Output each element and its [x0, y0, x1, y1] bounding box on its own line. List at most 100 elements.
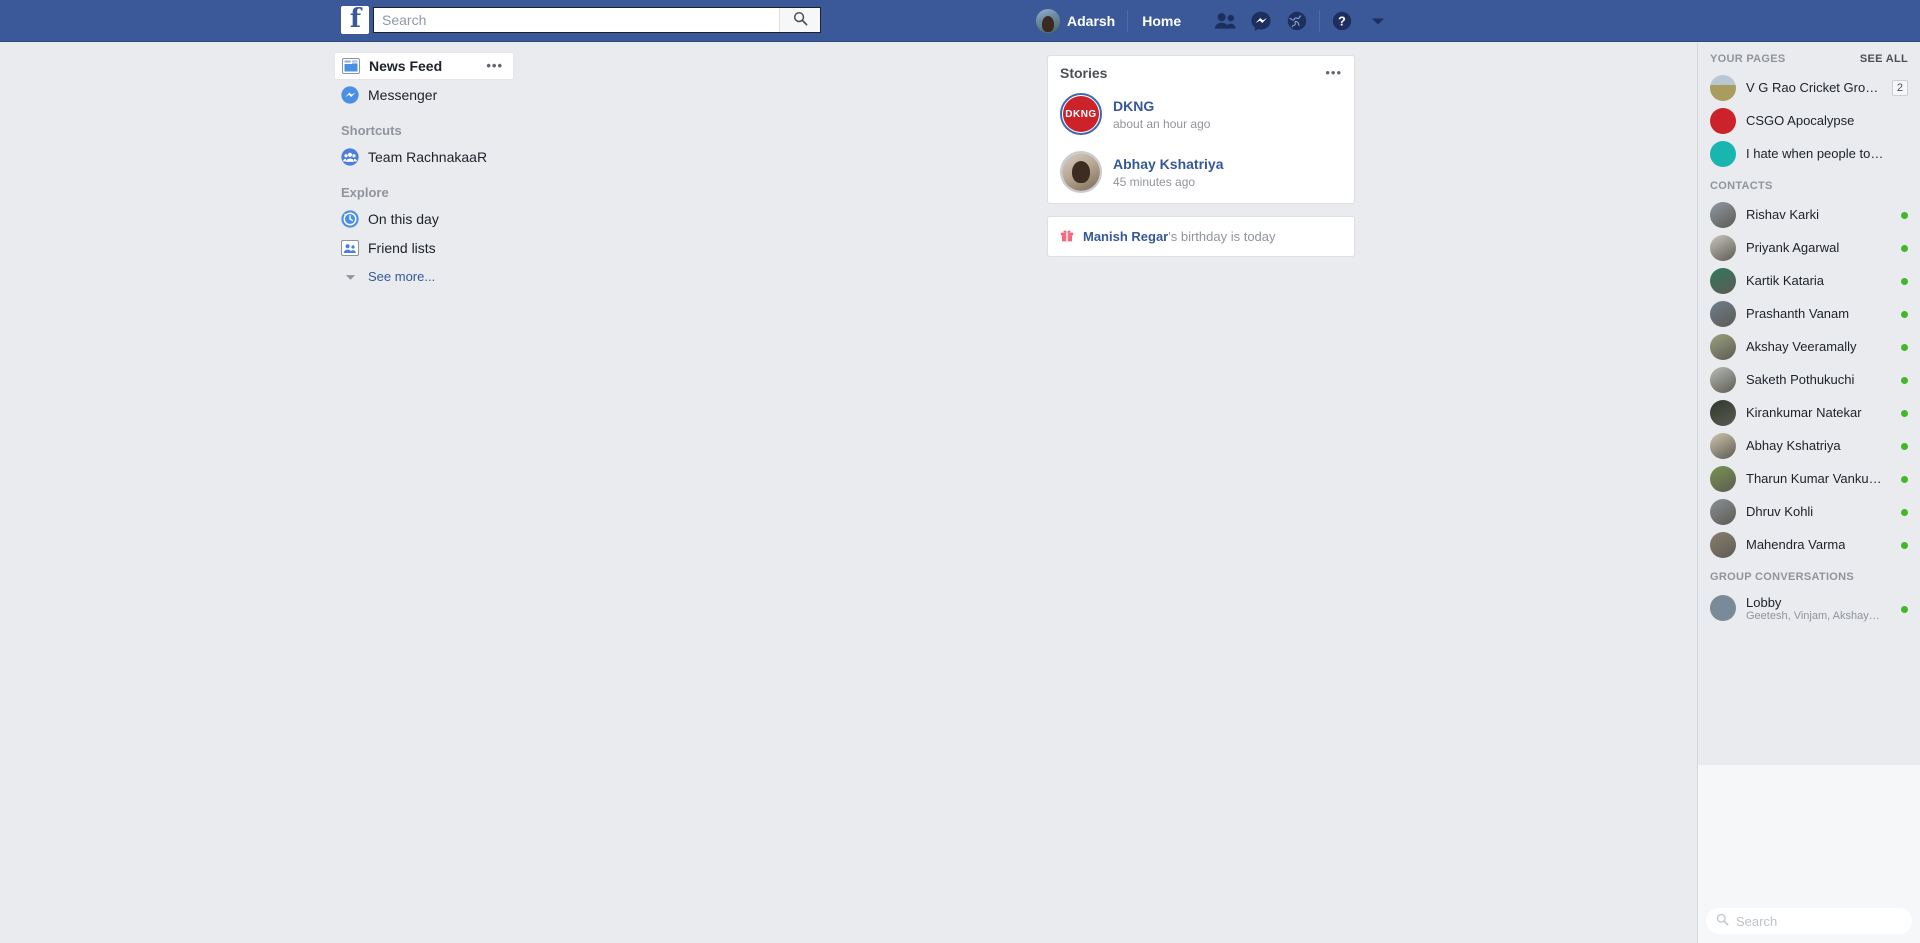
list-item[interactable]: Rishav Karki	[1698, 198, 1920, 231]
sidebar-item-label: Messenger	[368, 86, 438, 103]
list-item[interactable]: Prashanth Vanam	[1698, 297, 1920, 330]
profile-name: Adarsh	[1067, 12, 1116, 29]
top-navigation-bar: f Adarsh Home	[0, 0, 1920, 42]
dkng-logo: DKNG	[1063, 96, 1099, 132]
online-status-dot	[1901, 344, 1908, 351]
group-conversations-label: GROUP CONVERSATIONS	[1710, 571, 1855, 583]
contact-name: Rishav Karki	[1746, 207, 1819, 222]
chat-search-input[interactable]	[1736, 913, 1912, 929]
sidebar-item-friend-lists[interactable]: Friend lists	[334, 233, 524, 262]
search-input[interactable]	[374, 7, 779, 32]
group-conversations-heading: GROUP CONVERSATIONS	[1698, 561, 1920, 589]
global-search[interactable]	[373, 6, 821, 33]
story-timestamp: about an hour ago	[1113, 116, 1211, 131]
home-link[interactable]: Home	[1130, 0, 1193, 42]
list-item[interactable]: DKNG DKNG about an hour ago	[1048, 87, 1354, 145]
birthday-text: 's birthday is today	[1168, 229, 1276, 244]
story-timestamp: 45 minutes ago	[1113, 174, 1196, 189]
list-item[interactable]: Tharun Kumar Vanku…	[1698, 462, 1920, 495]
search-icon	[1716, 913, 1729, 929]
avatar	[1710, 267, 1736, 294]
header-right-nav: Adarsh Home ?	[1032, 0, 1394, 42]
friend-requests-icon[interactable]	[1209, 5, 1241, 37]
list-item[interactable]: Akshay Veeramally	[1698, 330, 1920, 363]
chat-search-bar[interactable]	[1706, 908, 1912, 934]
online-status-dot	[1901, 311, 1908, 318]
list-item[interactable]: I hate when people touch …	[1698, 137, 1920, 170]
avatar	[1710, 399, 1736, 426]
contact-name: Abhay Kshatriya	[1746, 438, 1841, 453]
list-item[interactable]: Abhay Kshatriya	[1698, 429, 1920, 462]
group-icon	[341, 147, 359, 166]
header-icon-group: ?	[1209, 5, 1394, 37]
list-item[interactable]: Abhay Kshatriya 45 minutes ago	[1048, 145, 1354, 203]
account-dropdown-icon[interactable]	[1362, 5, 1394, 37]
list-item[interactable]: Mahendra Varma	[1698, 528, 1920, 561]
help-icon[interactable]: ?	[1326, 5, 1358, 37]
contact-name: Kirankumar Natekar	[1746, 405, 1862, 420]
gift-icon	[1060, 228, 1074, 245]
page-name: CSGO Apocalypse	[1746, 113, 1855, 128]
contact-name: Mahendra Varma	[1746, 537, 1846, 552]
online-status-dot	[1901, 606, 1908, 613]
list-item[interactable]: Priyank Agarwal	[1698, 231, 1920, 264]
list-item[interactable]: Kartik Kataria	[1698, 264, 1920, 297]
list-item[interactable]: Saketh Pothukuchi	[1698, 363, 1920, 396]
page-name: V G Rao Cricket Ground	[1746, 80, 1882, 95]
list-item[interactable]: Kirankumar Natekar	[1698, 396, 1920, 429]
birthday-row[interactable]: Manish Regar's birthday is today	[1048, 217, 1354, 256]
page-name: I hate when people touch …	[1746, 146, 1886, 161]
group-members: Geetesh, Vinjam, Akshay…	[1746, 609, 1880, 622]
messenger-icon[interactable]	[1245, 5, 1277, 37]
sidebar-item-label: Team RachnakaaR	[368, 148, 488, 165]
online-status-dot	[1901, 410, 1908, 417]
online-status-dot	[1901, 476, 1908, 483]
online-status-dot	[1901, 542, 1908, 549]
avatar	[1710, 465, 1736, 492]
notifications-globe-icon[interactable]	[1281, 5, 1313, 37]
sidebar-item-news-feed[interactable]: News Feed •••	[334, 52, 514, 80]
your-pages-heading: YOUR PAGES SEE ALL	[1698, 43, 1920, 71]
news-feed-icon	[342, 57, 360, 75]
online-status-dot	[1901, 443, 1908, 450]
avatar	[1710, 366, 1736, 393]
left-sidebar-nav: News Feed ••• Messenger Shortcuts Team R…	[334, 52, 524, 291]
online-status-dot	[1901, 245, 1908, 252]
avatar	[1710, 595, 1736, 621]
story-author: Abhay Kshatriya	[1113, 155, 1224, 172]
contact-name: Prashanth Vanam	[1746, 306, 1850, 321]
facebook-logo[interactable]: f	[341, 5, 369, 34]
contact-name: Saketh Pothukuchi	[1746, 372, 1855, 387]
sidebar-item-label: On this day	[368, 210, 439, 227]
stories-options-button[interactable]: •••	[1325, 66, 1342, 79]
messenger-icon	[341, 85, 359, 104]
list-item[interactable]: V G Rao Cricket Ground 2	[1698, 71, 1920, 104]
profile-link[interactable]: Adarsh	[1032, 0, 1125, 42]
abhay-photo	[1062, 153, 1100, 191]
see-more-button[interactable]: See more...	[334, 262, 524, 291]
see-all-pages-button[interactable]: SEE ALL	[1860, 53, 1908, 65]
list-item[interactable]: Lobby Geetesh, Vinjam, Akshay…	[1698, 589, 1920, 627]
news-feed-options-button[interactable]: •••	[486, 59, 503, 72]
your-pages-label: YOUR PAGES	[1710, 53, 1786, 65]
page-notification-badge: 2	[1891, 79, 1908, 96]
svg-text:?: ?	[1338, 14, 1346, 28]
sidebar-item-messenger[interactable]: Messenger	[334, 80, 524, 109]
list-item[interactable]: Dhruv Kohli	[1698, 495, 1920, 528]
list-item[interactable]: CSGO Apocalypse	[1698, 104, 1920, 137]
online-status-dot	[1901, 377, 1908, 384]
birthday-person-name[interactable]: Manish Regar	[1083, 229, 1168, 244]
divider	[1319, 9, 1321, 32]
avatar	[1710, 300, 1736, 327]
search-submit-button[interactable]	[779, 7, 820, 32]
contact-name: Tharun Kumar Vanku…	[1746, 471, 1882, 486]
avatar	[1710, 234, 1736, 261]
sidebar-item-on-this-day[interactable]: On this day	[334, 204, 524, 233]
divider	[1127, 9, 1129, 32]
sidebar-item-label: News Feed	[369, 58, 443, 74]
birthday-card[interactable]: Manish Regar's birthday is today	[1047, 216, 1355, 257]
avatar	[1710, 498, 1736, 525]
avatar	[1710, 201, 1736, 228]
search-icon	[793, 11, 808, 29]
sidebar-item-team-rachnakaar[interactable]: Team RachnakaaR	[334, 142, 524, 171]
